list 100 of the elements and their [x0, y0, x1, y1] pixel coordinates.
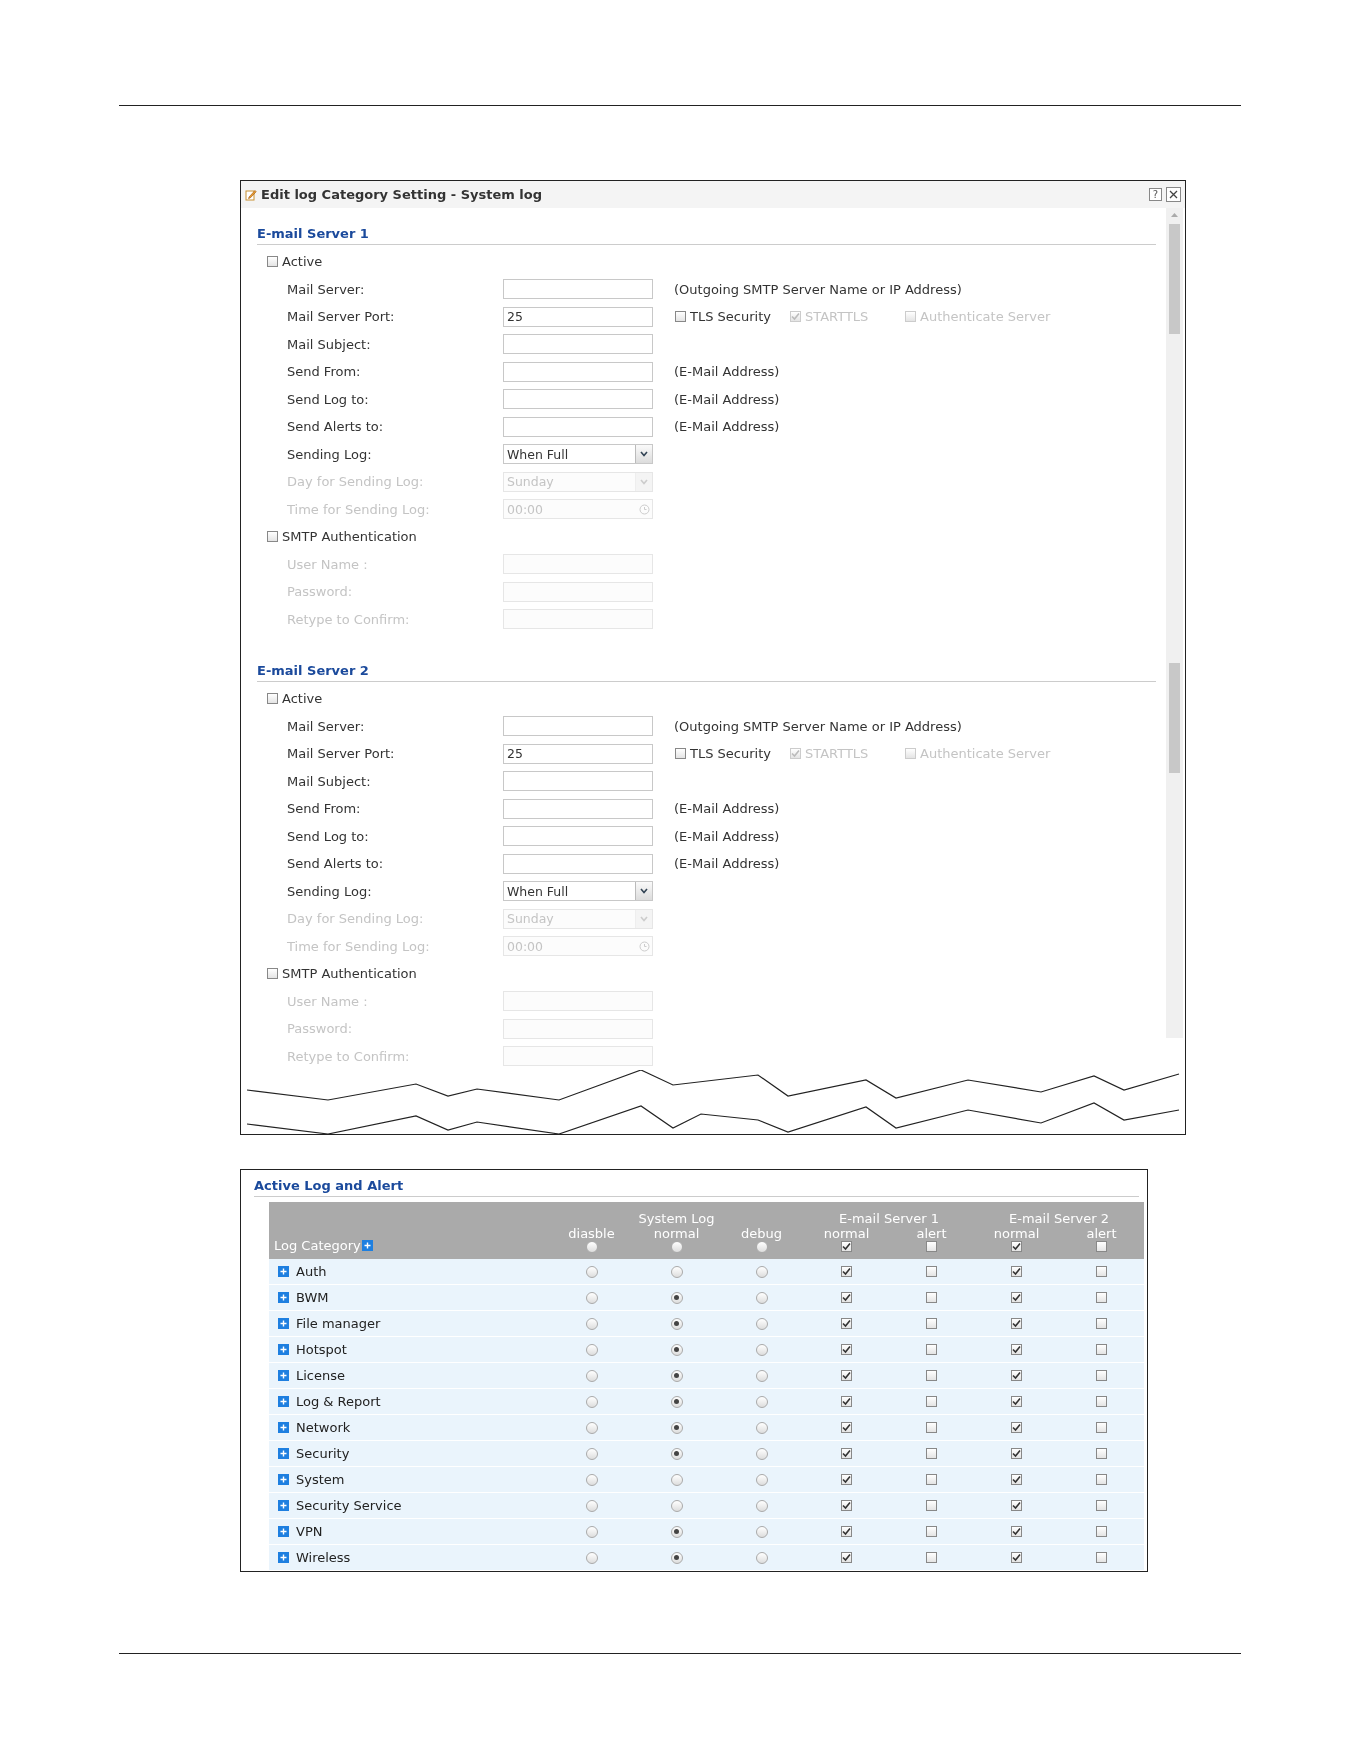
checkbox[interactable] [841, 1266, 852, 1277]
input-field[interactable] [503, 798, 653, 819]
checkbox[interactable] [926, 1292, 937, 1303]
close-icon[interactable] [1166, 187, 1181, 202]
expand-icon[interactable] [361, 1240, 373, 1251]
expand-icon[interactable] [278, 1526, 289, 1537]
radio-button[interactable] [585, 1473, 598, 1486]
radio-button[interactable] [670, 1499, 683, 1512]
checkbox[interactable] [267, 693, 278, 705]
expand-icon[interactable] [278, 1500, 289, 1511]
radio-button[interactable] [670, 1551, 683, 1564]
radio-button[interactable] [670, 1369, 683, 1382]
scrollbar[interactable] [1166, 208, 1183, 1038]
checkbox[interactable] [841, 1318, 852, 1329]
checkbox[interactable] [926, 1241, 937, 1252]
checkbox[interactable] [841, 1474, 852, 1485]
expand-icon[interactable] [278, 1318, 289, 1329]
radio-button[interactable] [755, 1265, 768, 1278]
radio-button[interactable] [585, 1241, 598, 1253]
radio-button[interactable] [755, 1369, 768, 1382]
checkbox[interactable] [841, 1241, 852, 1252]
checkbox[interactable] [926, 1500, 937, 1511]
dropdown[interactable]: When Full [503, 881, 653, 902]
checkbox[interactable] [1096, 1241, 1107, 1252]
checkbox[interactable] [1096, 1474, 1107, 1485]
radio-button[interactable] [670, 1265, 683, 1278]
radio-button[interactable] [585, 1291, 598, 1304]
checkbox[interactable] [675, 748, 686, 760]
checkbox[interactable] [841, 1526, 852, 1537]
checkbox[interactable] [926, 1552, 937, 1563]
radio-button[interactable] [755, 1241, 768, 1253]
checkbox[interactable] [1096, 1396, 1107, 1407]
radio-button[interactable] [755, 1395, 768, 1408]
checkbox[interactable] [267, 531, 278, 543]
radio-button[interactable] [670, 1241, 683, 1253]
radio-button[interactable] [755, 1447, 768, 1460]
checkbox[interactable] [1011, 1344, 1022, 1355]
checkbox[interactable] [1096, 1370, 1107, 1381]
input-field[interactable] [503, 853, 653, 874]
checkbox[interactable] [1096, 1552, 1107, 1563]
checkbox[interactable] [1096, 1266, 1107, 1277]
checkbox[interactable] [841, 1500, 852, 1511]
checkbox[interactable] [1011, 1292, 1022, 1303]
checkbox[interactable] [841, 1370, 852, 1381]
checkbox[interactable] [926, 1422, 937, 1433]
radio-button[interactable] [585, 1317, 598, 1330]
radio-button[interactable] [670, 1291, 683, 1304]
checkbox[interactable] [1096, 1422, 1107, 1433]
checkbox[interactable] [1011, 1241, 1022, 1252]
checkbox[interactable] [1096, 1526, 1107, 1537]
radio-button[interactable] [585, 1343, 598, 1356]
radio-button[interactable] [585, 1265, 598, 1278]
radio-button[interactable] [670, 1525, 683, 1538]
radio-button[interactable] [585, 1525, 598, 1538]
radio-button[interactable] [755, 1291, 768, 1304]
radio-button[interactable] [755, 1421, 768, 1434]
checkbox[interactable] [841, 1552, 852, 1563]
checkbox[interactable] [841, 1422, 852, 1433]
radio-button[interactable] [755, 1525, 768, 1538]
input-field[interactable]: 25 [503, 306, 653, 327]
checkbox[interactable] [1011, 1552, 1022, 1563]
checkbox[interactable] [1011, 1448, 1022, 1459]
checkbox[interactable] [267, 968, 278, 980]
radio-button[interactable] [755, 1499, 768, 1512]
checkbox[interactable] [841, 1344, 852, 1355]
checkbox[interactable] [1011, 1266, 1022, 1277]
radio-button[interactable] [670, 1395, 683, 1408]
checkbox[interactable] [1011, 1422, 1022, 1433]
checkbox[interactable] [1011, 1526, 1022, 1537]
radio-button[interactable] [585, 1421, 598, 1434]
checkbox[interactable] [926, 1266, 937, 1277]
checkbox[interactable] [1096, 1500, 1107, 1511]
radio-button[interactable] [585, 1551, 598, 1564]
radio-button[interactable] [585, 1369, 598, 1382]
expand-icon[interactable] [278, 1552, 289, 1563]
input-field[interactable] [503, 716, 653, 737]
checkbox[interactable] [841, 1292, 852, 1303]
input-field[interactable] [503, 361, 653, 382]
checkbox[interactable] [1011, 1318, 1022, 1329]
expand-icon[interactable] [278, 1474, 289, 1485]
checkbox[interactable] [926, 1474, 937, 1485]
input-field[interactable] [503, 826, 653, 847]
radio-button[interactable] [585, 1499, 598, 1512]
input-field[interactable] [503, 279, 653, 300]
checkbox[interactable] [267, 256, 278, 268]
checkbox[interactable] [926, 1370, 937, 1381]
checkbox[interactable] [1011, 1500, 1022, 1511]
checkbox[interactable] [926, 1526, 937, 1537]
radio-button[interactable] [755, 1473, 768, 1486]
input-field[interactable]: 25 [503, 743, 653, 764]
expand-icon[interactable] [278, 1266, 289, 1277]
expand-icon[interactable] [278, 1292, 289, 1303]
input-field[interactable] [503, 771, 653, 792]
checkbox[interactable] [1011, 1474, 1022, 1485]
radio-button[interactable] [670, 1317, 683, 1330]
checkbox[interactable] [675, 311, 686, 323]
radio-button[interactable] [670, 1343, 683, 1356]
checkbox[interactable] [1096, 1344, 1107, 1355]
checkbox[interactable] [1011, 1370, 1022, 1381]
radio-button[interactable] [755, 1551, 768, 1564]
